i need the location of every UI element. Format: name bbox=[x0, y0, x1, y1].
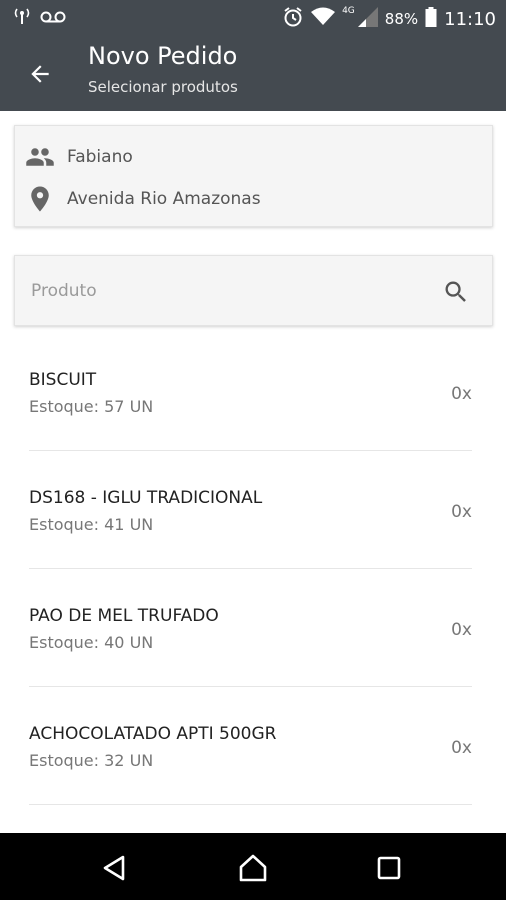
square-recents-icon bbox=[377, 856, 401, 880]
wifi-icon bbox=[311, 7, 336, 31]
search-icon bbox=[445, 281, 466, 302]
nav-back-button[interactable] bbox=[97, 851, 131, 885]
system-navigation-bar bbox=[0, 833, 506, 900]
product-stock: Estoque: 41 UN bbox=[29, 515, 154, 534]
alarm-icon bbox=[282, 6, 304, 32]
customer-name: Fabiano bbox=[67, 147, 133, 167]
product-stock: Estoque: 32 UN bbox=[29, 751, 154, 770]
page-subtitle: Selecionar produtos bbox=[88, 78, 238, 96]
customer-address: Avenida Rio Amazonas bbox=[67, 189, 261, 209]
battery-icon bbox=[425, 7, 437, 31]
clock: 11:10 bbox=[444, 8, 496, 30]
back-button[interactable] bbox=[22, 56, 58, 92]
product-item[interactable]: BISCUIT Estoque: 57 UN 0x bbox=[29, 333, 472, 451]
network-type: 4G bbox=[342, 6, 355, 16]
customer-name-row: Fabiano bbox=[25, 142, 133, 172]
product-item[interactable]: ACHOCOLATADO APTI 500GR Estoque: 32 UN 0… bbox=[29, 687, 472, 805]
battery-percentage: 88% bbox=[384, 10, 419, 28]
product-list: BISCUIT Estoque: 57 UN 0x DS168 - IGLU T… bbox=[0, 333, 506, 833]
people-icon bbox=[26, 148, 54, 166]
nav-home-button[interactable] bbox=[236, 851, 270, 885]
location-pin-icon bbox=[31, 186, 49, 212]
arrow-back-icon bbox=[31, 65, 49, 83]
product-name: PAO DE MEL TRUFADO bbox=[29, 606, 219, 626]
product-item[interactable]: DS168 - IGLU TRADICIONAL Estoque: 41 UN … bbox=[29, 451, 472, 569]
page-title: Novo Pedido bbox=[88, 42, 238, 70]
signal-icon bbox=[357, 7, 378, 31]
product-name: DS168 - IGLU TRADICIONAL bbox=[29, 488, 263, 508]
home-icon bbox=[239, 854, 267, 882]
antenna-icon bbox=[14, 7, 30, 29]
product-quantity[interactable]: 0x bbox=[451, 738, 472, 758]
triangle-back-icon bbox=[103, 855, 125, 881]
product-stock: Estoque: 40 UN bbox=[29, 633, 154, 652]
product-stock: Estoque: 57 UN bbox=[29, 397, 154, 416]
product-quantity[interactable]: 0x bbox=[451, 620, 472, 640]
product-name: ACHOCOLATADO APTI 500GR bbox=[29, 724, 277, 744]
status-bar: 4G 88% 11:10 bbox=[0, 0, 506, 36]
product-search-input[interactable] bbox=[31, 276, 421, 306]
search-card bbox=[14, 255, 493, 326]
product-quantity[interactable]: 0x bbox=[451, 502, 472, 522]
app-bar: 4G 88% 11:10 Novo Pedido Selecionar prod… bbox=[0, 0, 506, 111]
nav-recents-button[interactable] bbox=[372, 851, 406, 885]
product-name: BISCUIT bbox=[29, 370, 97, 390]
customer-address-row: Avenida Rio Amazonas bbox=[25, 184, 261, 214]
product-quantity[interactable]: 0x bbox=[451, 384, 472, 404]
product-item[interactable]: PAO DE MEL TRUFADO Estoque: 40 UN 0x bbox=[29, 569, 472, 687]
search-button[interactable] bbox=[442, 278, 470, 306]
customer-card: Fabiano Avenida Rio Amazonas bbox=[14, 125, 493, 227]
voicemail-icon bbox=[40, 9, 66, 28]
